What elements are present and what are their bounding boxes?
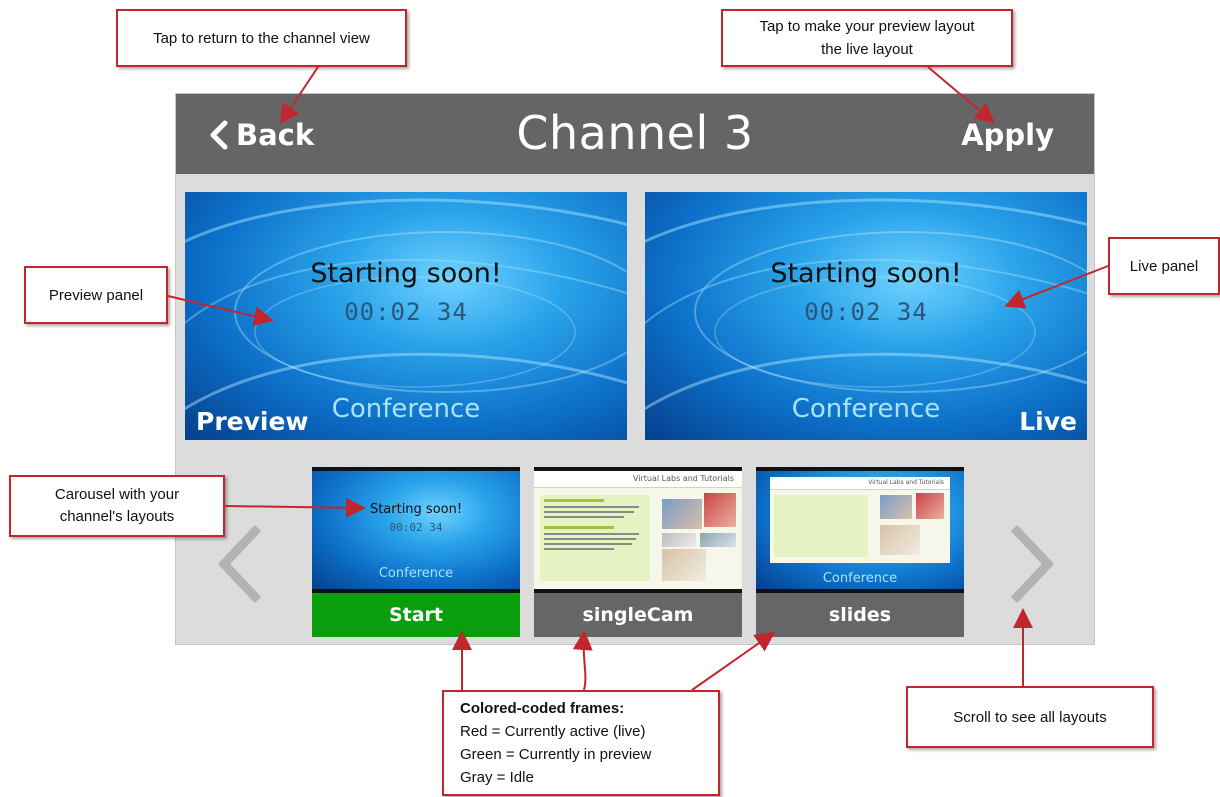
photo-thumb	[700, 533, 736, 547]
layout-thumbnail-slides[interactable]: Virtual Labs and Tutorials Conference sl…	[756, 467, 964, 637]
callout-text: Live panel	[1129, 257, 1199, 275]
callout-text: Tap to make your preview layout	[759, 18, 975, 35]
callout-scroll: Scroll to see all layouts	[906, 686, 1154, 748]
callout-text: Scroll to see all layouts	[953, 708, 1107, 726]
slide-text-block	[540, 495, 650, 581]
callout-carousel: Carousel with your channel's layouts	[9, 475, 225, 537]
layout-label: Start	[312, 593, 520, 637]
layout-thumbnail-singlecam[interactable]: Virtual Labs and Tutorials singleCam	[534, 467, 742, 637]
layout-thumbnail-start[interactable]: Starting soon! 00:02 34 Conference Start	[312, 467, 520, 637]
legend-line: Green = Currently in preview	[460, 746, 652, 763]
thumb-slide-title: Starting soon!	[369, 502, 463, 517]
layout-preview-image: Virtual Labs and Tutorials	[534, 467, 742, 593]
page-title: Channel 3	[516, 106, 754, 160]
slide-overlay: Virtual Labs and Tutorials	[770, 477, 950, 563]
thumb-brand: Conference	[822, 571, 898, 586]
preview-label: Preview	[196, 407, 309, 436]
callout-text: Tap to return to the channel view	[153, 29, 370, 47]
callout-text: channel's layouts	[59, 508, 175, 525]
slide-title: Starting soon!	[770, 258, 962, 289]
layout-preview-image: Virtual Labs and Tutorials Conference	[756, 467, 964, 593]
callout-back: Tap to return to the channel view	[116, 9, 407, 67]
photo-thumb	[662, 499, 702, 529]
callout-live: Live panel	[1108, 237, 1220, 295]
channel-screen: Back Channel 3 Apply Starting soon! 00:0…	[175, 93, 1095, 645]
callout-text: Preview panel	[48, 286, 144, 304]
photo-thumb	[662, 533, 696, 547]
thumb-timer: 00:02 34	[389, 521, 443, 534]
slide-timer: 00:02 34	[804, 298, 928, 326]
callout-text: the live layout	[821, 41, 913, 58]
legend-line: Red = Currently active (live)	[460, 723, 646, 740]
layout-label: singleCam	[534, 593, 742, 637]
slide-timer: 00:02 34	[344, 298, 468, 326]
callout-apply: Tap to make your preview layout the live…	[721, 9, 1013, 67]
slide-header-text: Virtual Labs and Tutorials	[868, 479, 944, 486]
legend-title: Colored-coded frames:	[460, 700, 625, 717]
legend-line: Gray = Idle	[460, 769, 534, 786]
header-bar: Back Channel 3 Apply	[176, 94, 1094, 174]
live-panel: Starting soon! 00:02 34 Conference Live	[645, 192, 1087, 440]
thumb-brand: Conference	[378, 566, 454, 581]
callout-legend: Colored-coded frames: Red = Currently ac…	[442, 690, 720, 796]
layout-label: slides	[756, 593, 964, 637]
callout-text: Carousel with your	[54, 486, 180, 503]
layout-preview-image: Starting soon! 00:02 34 Conference	[312, 467, 520, 593]
callout-preview: Preview panel	[24, 266, 168, 324]
live-label: Live	[1019, 407, 1077, 436]
photo-thumb	[704, 493, 736, 527]
apply-button[interactable]: Apply	[961, 114, 1054, 156]
preview-panel: Starting soon! 00:02 34 Conference Previ…	[185, 192, 627, 440]
photo-thumb	[662, 549, 706, 581]
chevron-right-icon[interactable]	[1006, 524, 1056, 604]
slide-title: Starting soon!	[310, 258, 502, 289]
slide-header-text: Virtual Labs and Tutorials	[632, 474, 734, 483]
